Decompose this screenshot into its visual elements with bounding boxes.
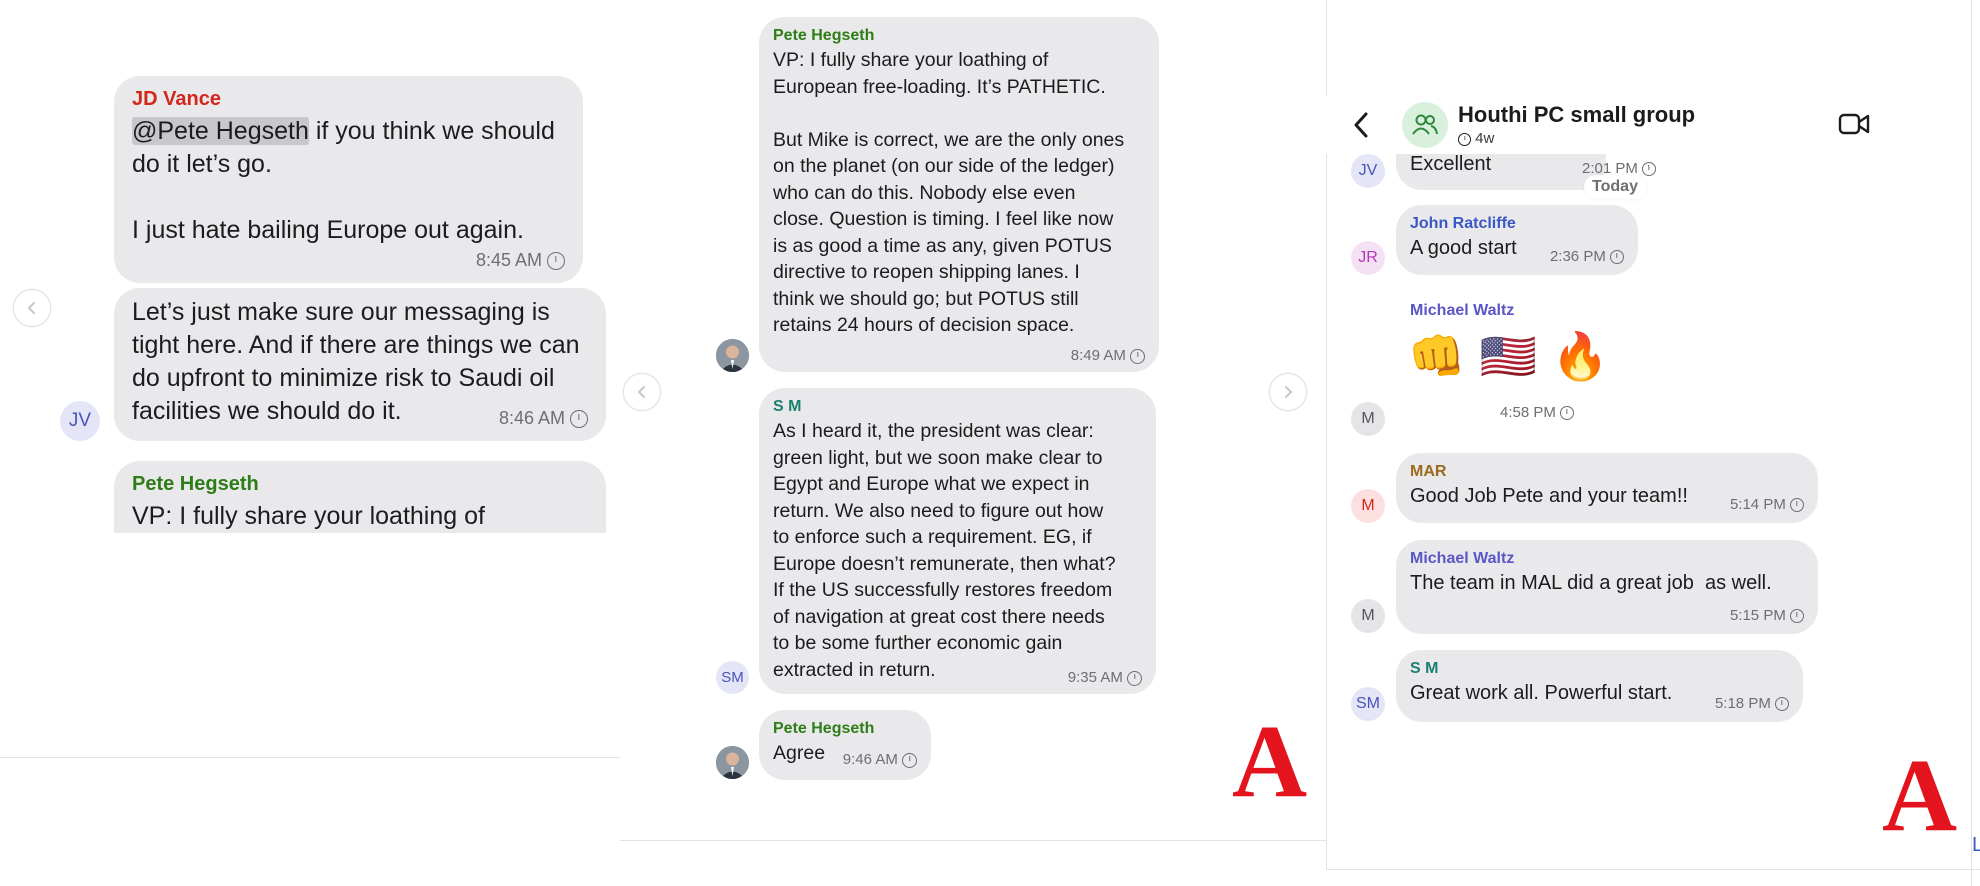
message-bubble[interactable]: JD Vance @Pete Hegseth if you think we s… [114, 76, 583, 283]
clock-icon [1560, 406, 1575, 421]
day-separator: Today [1584, 175, 1646, 199]
sender-name: S M [1410, 660, 1439, 677]
message-time: 5:18 PM [1715, 695, 1789, 712]
prev-arrow-icon [637, 386, 645, 398]
message-bubble[interactable]: Pete Hegseth VP: I fully share your loat… [759, 17, 1159, 372]
message-bubble[interactable]: MAR Good Job Pete and your team!! 5:14 P… [1396, 453, 1818, 523]
clock-icon [1775, 697, 1789, 712]
panel-3-bottom-divider [1326, 869, 1980, 870]
message-text: @Pete Hegseth if you think we should do … [132, 115, 565, 247]
crop-mask [0, 533, 620, 757]
group-title[interactable]: Houthi PC small group [1458, 102, 1695, 128]
group-icon [1412, 114, 1438, 135]
back-chevron-icon[interactable] [1352, 110, 1370, 140]
clock-icon [1642, 162, 1657, 177]
sender-name: MAR [1410, 463, 1447, 480]
sender-name: Michael Waltz [1410, 550, 1515, 567]
clock-icon [902, 752, 917, 768]
avatar[interactable]: JV [60, 401, 100, 441]
avatar[interactable]: SM [1351, 687, 1385, 721]
panel-2-bottom-divider [620, 840, 1326, 841]
screenshot-panel-1: JD Vance @Pete Hegseth if you think we s… [0, 0, 620, 886]
video-call-icon[interactable] [1838, 113, 1870, 135]
avatar[interactable]: M [1351, 599, 1385, 633]
sender-name: Pete Hegseth [773, 27, 875, 44]
message-time: 8:46 AM [499, 408, 588, 429]
emoji-text: 👊 🇺🇸 🔥 [1408, 329, 1610, 383]
mention-chip[interactable]: @Pete Hegseth [132, 117, 309, 145]
message-time: 5:15 PM [1730, 607, 1804, 624]
sender-name: Michael Waltz [1410, 302, 1515, 319]
message-time: 2:36 PM [1550, 248, 1624, 265]
message-text: As I heard it, the president was clear: … [773, 420, 1116, 681]
message-bubble[interactable]: S M Great work all. Powerful start. 5:18… [1396, 650, 1803, 722]
clock-icon [1610, 250, 1624, 265]
clock-icon [570, 410, 588, 429]
clock-icon [547, 252, 565, 271]
message-text: Excellent [1410, 153, 1492, 175]
avatar-photo[interactable] [716, 746, 749, 779]
timer-icon [1458, 132, 1471, 146]
screenshot-panel-3: Houthi PC small group 4w Excellent 2:01 … [1326, 0, 1980, 886]
message-time: 5:14 PM [1730, 496, 1804, 513]
prev-arrow-button[interactable] [624, 374, 660, 410]
avatar[interactable]: M [1351, 402, 1385, 436]
chat-header: Houthi PC small group 4w [1326, 96, 1971, 154]
message-bubble[interactable]: Let’s just make sure our messaging is ti… [114, 288, 606, 441]
avatar[interactable]: SM [716, 661, 749, 694]
avatar[interactable]: M [1351, 489, 1385, 523]
message-time: 9:46 AM [843, 751, 917, 768]
message-time: 8:49 AM [1071, 347, 1145, 364]
sender-name: John Ratcliffe [1410, 215, 1516, 232]
clock-icon [1790, 609, 1804, 624]
clock-icon [1127, 670, 1142, 686]
edge-letter: L [1972, 834, 1980, 856]
message-text: VP: I fully share your loathing of [132, 502, 485, 530]
message-bubble[interactable]: Excellent 2:01 PM [1396, 153, 1657, 190]
message-time: 9:35 AM [1068, 669, 1142, 686]
screenshot-panel-2: Pete Hegseth VP: I fully share your loat… [620, 0, 1326, 886]
message-time: 4:58 PM [1500, 404, 1575, 421]
panel-3-right-edge [1971, 0, 1972, 886]
person-photo-icon [716, 746, 749, 779]
sender-name: JD Vance [132, 88, 221, 110]
atlantic-logo: A [1232, 704, 1308, 819]
message-text: The team in MAL did a great job as well. [1410, 572, 1772, 594]
next-arrow-icon [1285, 386, 1293, 398]
timer-value: 4w [1475, 130, 1495, 147]
message-bubble[interactable]: S M As I heard it, the president was cle… [759, 388, 1156, 694]
avatar[interactable]: JR [1351, 241, 1385, 275]
message-bubble[interactable]: John Ratcliffe A good start 2:36 PM [1396, 205, 1638, 275]
group-avatar[interactable] [1402, 102, 1448, 148]
message-bubble[interactable]: Pete Hegseth Agree 9:46 AM [759, 710, 931, 780]
avatar-photo[interactable] [716, 339, 749, 372]
clock-icon [1130, 348, 1145, 364]
person-photo-icon [716, 339, 749, 372]
panel-1-bottom-divider [0, 757, 620, 758]
sender-name: S M [773, 398, 802, 415]
next-arrow-button[interactable] [1270, 374, 1306, 410]
prev-arrow-icon [27, 302, 35, 314]
message-text: VP: I fully share your loathing of Europ… [773, 49, 1125, 336]
atlantic-logo: A [1882, 738, 1958, 853]
clock-icon [1790, 498, 1804, 513]
prev-arrow-button[interactable] [14, 290, 50, 326]
message-time: 8:45 AM [476, 250, 565, 271]
sender-name: Pete Hegseth [773, 720, 875, 737]
disappearing-timer: 4w [1458, 130, 1494, 147]
emoji-message[interactable]: Michael Waltz 👊 🇺🇸 🔥 4:58 PM [1396, 296, 1609, 426]
message-bubble[interactable]: Michael Waltz The team in MAL did a grea… [1396, 540, 1818, 634]
sender-name: Pete Hegseth [132, 473, 259, 495]
avatar[interactable]: JV [1351, 154, 1385, 188]
